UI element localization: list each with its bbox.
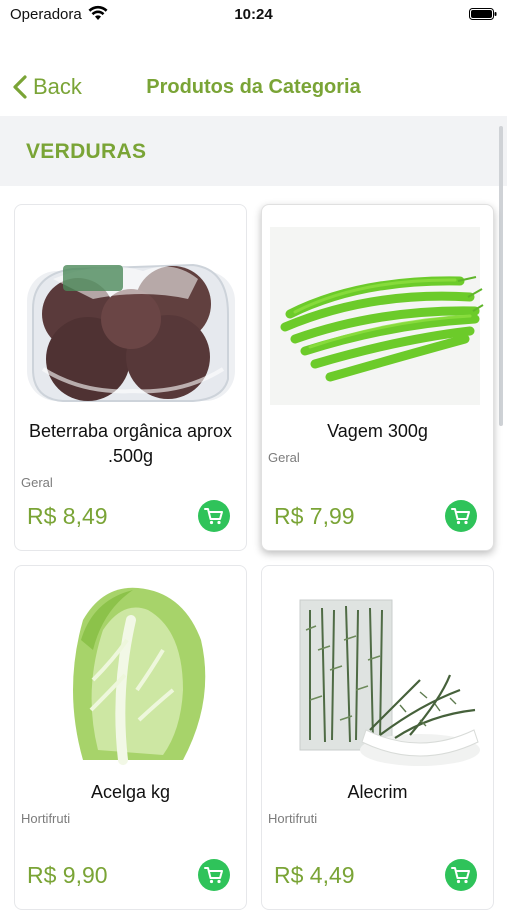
product-name: Vagem 300g — [327, 421, 428, 441]
product-price: R$ 4,49 — [274, 862, 355, 888]
cart-icon — [204, 508, 223, 525]
product-price: R$ 7,99 — [274, 503, 355, 529]
beetroot-image — [27, 263, 235, 402]
cart-icon — [451, 508, 470, 525]
navigation-bar: Back Produtos da Categoria — [0, 66, 507, 112]
add-to-cart-button[interactable] — [445, 859, 477, 891]
add-to-cart-button[interactable] — [445, 500, 477, 532]
cart-icon — [204, 867, 223, 884]
chinese-cabbage-image — [73, 587, 206, 765]
product-category: Geral — [21, 475, 53, 490]
product-price: R$ 8,49 — [27, 503, 108, 529]
product-category: Hortifruti — [268, 811, 318, 826]
product-card[interactable]: Acelga kg Hortifruti R$ 9,90 — [14, 565, 247, 910]
add-to-cart-button[interactable] — [198, 859, 230, 891]
category-header: VERDURAS — [0, 116, 507, 186]
cart-icon — [451, 867, 470, 884]
page-title: Produtos da Categoria — [146, 76, 361, 98]
product-card[interactable]: Beterraba orgânica aprox .500g Geral R$ … — [14, 204, 247, 551]
battery-icon — [469, 8, 497, 20]
product-card[interactable]: Vagem 300g Geral R$ 7,99 — [261, 204, 494, 551]
status-bar: Operadora 10:24 — [0, 0, 507, 30]
add-to-cart-button[interactable] — [198, 500, 230, 532]
product-category: Hortifruti — [21, 811, 71, 826]
category-title: VERDURAS — [26, 140, 147, 163]
scrollbar[interactable] — [499, 126, 503, 426]
product-name: Alecrim — [347, 782, 408, 802]
product-price: R$ 9,90 — [27, 862, 108, 888]
product-name: Beterraba orgânica aprox .500g — [28, 421, 233, 466]
clock: 10:24 — [234, 6, 273, 23]
rosemary-image — [299, 599, 480, 766]
green-beans-image — [270, 227, 484, 405]
product-name: Acelga kg — [90, 782, 171, 802]
product-card[interactable]: Alecrim Hortifruti R$ 4,49 — [261, 565, 494, 910]
product-category: Geral — [268, 450, 300, 465]
